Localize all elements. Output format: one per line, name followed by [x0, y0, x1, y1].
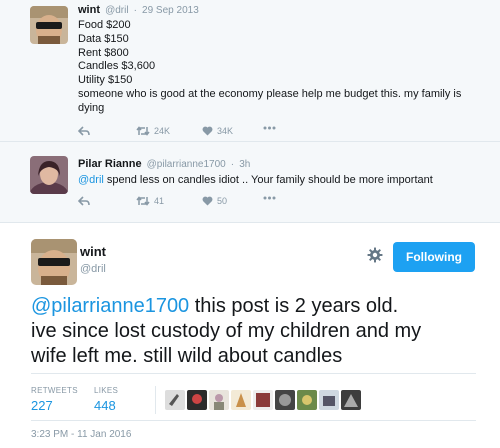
tweet-timestamp[interactable]: 3:23 PM - 11 Jan 2016 — [31, 429, 131, 440]
tweet-line: wife left me. still wild about candles — [31, 345, 343, 367]
tweet-line: Data $150 — [78, 32, 129, 45]
divider — [155, 386, 156, 414]
avatar[interactable] — [30, 156, 68, 194]
heart-icon — [202, 126, 213, 136]
reply-icon — [78, 126, 90, 136]
retweets-label: RETWEETS — [31, 386, 78, 395]
tweet-time[interactable]: 3h — [239, 159, 250, 170]
likes-value: 448 — [94, 398, 116, 413]
tweet-line: @pilarrianne1700 this post is 2 years ol… — [31, 294, 491, 319]
tweet-line: Food $200 — [78, 19, 131, 31]
more-icon — [263, 126, 276, 130]
retweet-icon — [136, 126, 150, 136]
tweet-actions: 24K 34K — [78, 126, 378, 140]
main-tweet: wint @dril Following @pilarrianne1700 th… — [0, 222, 500, 448]
liker-avatar[interactable] — [209, 390, 229, 410]
like-button[interactable]: 34K — [202, 126, 233, 136]
author-handle[interactable]: @pilarrianne1700 — [147, 159, 226, 170]
divider — [31, 373, 476, 374]
gear-icon — [367, 247, 383, 263]
reply-button[interactable] — [78, 126, 90, 137]
author-handle[interactable]: @dril — [105, 5, 129, 16]
tweet-line: Candles $3,600 — [78, 60, 156, 73]
retweet-button[interactable]: 24K — [136, 126, 170, 136]
retweet-count: 24K — [154, 126, 171, 136]
mention-link[interactable]: @pilarrianne1700 — [31, 295, 189, 317]
tweet-text: @pilarrianne1700 this post is 2 years ol… — [31, 294, 491, 369]
tweet-text: @dril spend less on candles idiot .. You… — [78, 173, 433, 187]
tweet-line: Utility $150 — [78, 74, 133, 87]
author-name[interactable]: wint — [80, 244, 106, 259]
settings-button[interactable] — [367, 247, 383, 268]
tweet-line: Rent $800 — [78, 46, 129, 59]
liker-avatars — [165, 390, 363, 410]
retweets-stat[interactable]: RETWEETS 227 — [31, 386, 78, 413]
liker-avatar[interactable] — [253, 390, 273, 410]
author-name[interactable]: wint — [78, 4, 100, 16]
original-tweet[interactable]: wint @dril · 29 Sep 2013 Food $200 Data … — [0, 0, 500, 142]
liker-avatar[interactable] — [297, 390, 317, 410]
tweet-line: ive since lost custody of my children an… — [31, 320, 422, 342]
likes-label: LIKES — [94, 386, 119, 395]
avatar[interactable] — [31, 239, 77, 285]
liker-avatar[interactable] — [187, 390, 207, 410]
tweet-text-rest: spend less on candles idiot .. Your fami… — [103, 174, 433, 186]
tweet-line: dying — [78, 101, 105, 114]
liker-avatar[interactable] — [319, 390, 339, 410]
liker-avatar[interactable] — [341, 390, 361, 410]
author-name[interactable]: Pilar Rianne — [78, 158, 142, 170]
like-count: 34K — [217, 126, 234, 136]
author-handle[interactable]: @dril — [80, 263, 106, 275]
following-button[interactable]: Following — [393, 242, 475, 272]
reply-tweet[interactable]: Pilar Rianne @pilarrianne1700 · 3h @dril… — [0, 148, 500, 220]
tweet-header: wint @dril · 29 Sep 2013 — [78, 4, 199, 16]
more-button[interactable] — [263, 126, 276, 130]
separator: · — [133, 5, 137, 16]
liker-avatar[interactable] — [231, 390, 251, 410]
mention-link[interactable]: @dril — [78, 174, 104, 186]
tweet-header: Pilar Rianne @pilarrianne1700 · 3h — [78, 158, 250, 170]
tweet-time[interactable]: 29 Sep 2013 — [142, 5, 199, 16]
avatar[interactable] — [30, 6, 68, 44]
liker-avatar[interactable] — [165, 390, 185, 410]
tweet-line: someone who is good at the economy pleas… — [78, 87, 462, 100]
tweet-text: Food $200 Data $150 Rent $800 Candles $3… — [78, 19, 488, 116]
separator: · — [230, 159, 235, 170]
divider — [31, 420, 476, 421]
likes-stat[interactable]: LIKES 448 — [94, 386, 118, 413]
tweet-text-rest: this post is 2 years old. — [189, 295, 399, 317]
retweets-value: 227 — [31, 398, 53, 413]
liker-avatar[interactable] — [275, 390, 295, 410]
